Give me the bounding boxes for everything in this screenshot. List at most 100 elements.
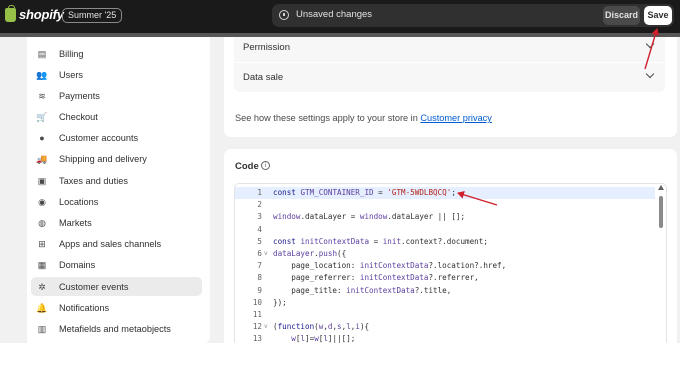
unsaved-changes-text: Unsaved changes [296,9,373,20]
line-number: 6 [257,249,262,258]
line-number: 7 [257,261,262,271]
sidebar-item-apps-and-sales-channels[interactable]: ⊞ Apps and sales channels [31,234,202,253]
discard-button[interactable]: Discard [603,6,640,25]
settings-sidebar: ▤ Billing 👥 Users ≋ Payments 🛒 Checkout ● Custome… [27,37,210,343]
sidebar-item-shipping-and-delivery[interactable]: 🚚 Shipping and delivery [31,149,202,168]
fold-chevron-icon[interactable]: v [264,321,268,333]
chevron-down-icon [645,69,655,79]
save-button[interactable]: Save [644,6,672,25]
customer-privacy-link[interactable]: Customer privacy [420,113,491,123]
sidebar-item-label: Billing [59,48,84,59]
shopify-logo[interactable]: shopify [5,4,64,22]
sidebar-item-taxes-and-duties[interactable]: ▣ Taxes and duties [31,171,202,190]
code-line[interactable]: 6 v dataLayer.push({ [235,248,655,260]
apps-icon: ⊞ [38,238,46,249]
code-text: (function(w,d,s,l,i){ [273,322,370,332]
sidebar-item-label: Customer events [59,281,129,292]
truck-icon: 🚚 [36,153,48,164]
code-line[interactable]: 12 v (function(w,d,s,l,i){ [235,321,655,333]
line-number: 5 [257,236,262,246]
code-line[interactable]: 4 [235,224,655,236]
privacy-note: See how these settings apply to your sto… [235,113,492,123]
users-icon: 👥 [36,69,48,80]
chevron-down-icon [645,39,655,49]
line-number: 9 [257,285,262,295]
code-line[interactable]: 8 page_referrer: initContextData?.referr… [235,272,655,284]
sidebar-item-label: Payments [59,90,100,101]
sidebar-item-label: Taxes and duties [59,175,128,186]
billing-icon: ▤ [37,48,47,59]
sidebar-item-label: Domains [59,259,96,270]
fold-chevron-icon[interactable]: v [264,248,268,260]
code-line[interactable]: 10}); [235,297,655,309]
sidebar-item-domains[interactable]: ▦ Domains [31,255,202,274]
globe-icon: ◍ [38,217,46,228]
code-text: page_referrer: initContextData?.referrer… [273,273,479,283]
code-line[interactable]: 2 [235,199,655,211]
sidebar-item-locations[interactable]: ◉ Locations [31,192,202,211]
sidebar-item-label: Markets [59,217,92,228]
line-number: 2 [257,200,262,210]
sidebar-item-label: Locations [59,196,99,207]
code-text: w[l]=w[l]||[]; [291,334,356,343]
sidebar-item-billing[interactable]: ▤ Billing [31,44,202,63]
code-line[interactable]: 11 [235,309,655,321]
code-line[interactable]: 9 page_title: initContextData?.title, [235,285,655,297]
code-card: Code i 1 const GTM_CONTAINER_ID = 'GTM-5W… [224,149,677,343]
sidebar-item-label: Apps and sales channels [59,238,162,249]
sidebar-item-metafields-and-metaobjects[interactable]: ▥ Metafields and metaobjects [31,319,202,338]
cart-icon: 🛒 [36,111,48,122]
edition-badge[interactable]: Summer '25 [62,8,123,23]
main-area: ▤ Billing 👥 Users ≋ Payments 🛒 Checkout ● Custome… [0,37,680,343]
sidebar-item-notifications[interactable]: 🔔 Notifications [31,298,202,317]
code-text: dataLayer.push({ [273,249,347,258]
sidebar-item-label: Checkout [59,111,98,122]
line-number: 1 [257,188,262,197]
code-text: }); [273,297,287,307]
logo-text: shopify [19,7,64,22]
scroll-up-arrow-icon[interactable] [658,185,664,190]
metafields-icon: ▥ [37,323,47,334]
code-text: const GTM_CONTAINER_ID = 'GTM-5WDLBQCQ'; [273,188,456,197]
sidebar-item-payments[interactable]: ≋ Payments [31,86,202,105]
code-text: window.dataLayer = window.dataLayer || [… [273,212,466,222]
code-line[interactable]: 5 const initContextData = init.context?.d… [235,236,655,248]
events-icon: ✲ [38,281,46,292]
line-number: 12 [252,322,262,332]
permission-accordion[interactable]: Permission [234,37,665,62]
sidebar-item-checkout[interactable]: 🛒 Checkout [31,107,202,126]
code-line[interactable]: 1 const GTM_CONTAINER_ID = 'GTM-5WDLBQCQ'… [235,187,655,199]
privacy-note-text: See how these settings apply to your sto… [235,113,421,123]
editor-scrollbar[interactable] [658,185,664,343]
sidebar-item-label: Users [59,69,83,80]
domains-icon: ▦ [37,259,47,270]
code-text: page_location: initContextData?.location… [273,261,507,271]
sidebar-item-users[interactable]: 👥 Users [31,65,202,84]
line-number: 3 [257,212,262,222]
shopify-bag-icon [5,4,16,22]
code-editor[interactable]: 1 const GTM_CONTAINER_ID = 'GTM-5WDLBQCQ'… [234,183,667,343]
code-text: page_title: initContextData?.title, [273,285,452,295]
alert-icon [279,10,289,20]
line-number: 8 [257,273,262,283]
data-sale-label: Data sale [243,72,284,83]
sidebar-item-customer-accounts[interactable]: ● Customer accounts [31,128,202,147]
code-line[interactable]: 3 window.dataLayer = window.dataLayer || … [235,211,655,223]
scroll-thumb[interactable] [659,196,663,228]
code-line[interactable]: 13 w[l]=w[l]||[]; [235,333,655,343]
location-icon: ◉ [38,196,46,207]
sidebar-item-customer-events[interactable]: ✲ Customer events [31,277,202,296]
line-number: 11 [252,310,262,319]
page-footer [0,343,680,378]
data-sale-accordion[interactable]: Data sale [234,63,665,92]
bell-icon: 🔔 [36,302,48,313]
info-icon[interactable]: i [261,161,270,170]
code-text: const initContextData = init.context?.do… [273,236,488,246]
sidebar-item-markets[interactable]: ◍ Markets [31,213,202,232]
line-number: 10 [252,297,262,307]
taxes-icon: ▣ [37,175,47,186]
customer-icon: ● [39,132,45,143]
line-number: 4 [257,224,262,234]
line-number: 13 [252,334,262,343]
code-line[interactable]: 7 page_location: initContextData?.locati… [235,260,655,272]
